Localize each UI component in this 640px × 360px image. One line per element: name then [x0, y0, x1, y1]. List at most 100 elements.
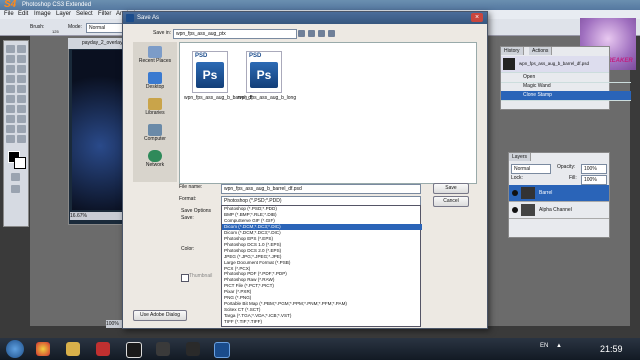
new-folder-icon[interactable]: [318, 30, 325, 37]
move-tool-icon[interactable]: [6, 45, 15, 53]
up-folder-icon[interactable]: [308, 30, 315, 37]
document-canvas[interactable]: [72, 50, 128, 210]
clock[interactable]: 21:59: [600, 342, 623, 356]
start-button-icon[interactable]: [6, 340, 24, 358]
history-item-clone-stamp[interactable]: Clone Stamp: [501, 91, 631, 101]
opacity-label: Opacity:: [557, 164, 576, 170]
tab-history[interactable]: History: [501, 47, 524, 55]
computer-icon: [148, 124, 162, 136]
layer-barrel[interactable]: Barrel: [509, 185, 609, 202]
file-item[interactable]: PSD Ps wpn_fps_ass_aug_b_barrel_df: [184, 51, 252, 101]
marquee-tool-icon[interactable]: [17, 45, 26, 53]
tray-arrow-icon[interactable]: ▲: [556, 343, 562, 349]
menu-filter[interactable]: Filter: [98, 10, 111, 19]
background-color-swatch[interactable]: [14, 157, 26, 169]
type-tool-icon[interactable]: [17, 115, 26, 123]
place-computer[interactable]: Computer: [133, 124, 177, 142]
eye-icon[interactable]: [512, 190, 518, 196]
zoom-tool-icon[interactable]: [17, 135, 26, 143]
psd-file-icon: PSD Ps: [246, 51, 282, 93]
app-title: Photoshop CS3 Extended: [22, 2, 92, 8]
snapshot-thumbnail-icon: [503, 58, 515, 70]
media-icon[interactable]: [96, 342, 110, 356]
save-label: Save:: [181, 215, 194, 221]
psd-tag: PSD: [249, 53, 262, 59]
place-label: Recent Places: [138, 58, 172, 64]
place-network[interactable]: Network: [133, 150, 177, 168]
path-select-tool-icon[interactable]: [6, 125, 15, 133]
place-label: Desktop: [145, 84, 165, 90]
language-indicator[interactable]: EN: [540, 343, 548, 349]
thumbnail-checkbox[interactable]: [181, 274, 189, 282]
explorer-icon[interactable]: [66, 342, 80, 356]
fill-label: Fill:: [569, 175, 577, 181]
eraser-tool-icon[interactable]: [6, 95, 15, 103]
menu-edit[interactable]: Edit: [18, 10, 28, 19]
dodge-tool-icon[interactable]: [17, 105, 26, 113]
save-button[interactable]: Save: [433, 183, 469, 194]
gradient-tool-icon[interactable]: [17, 95, 26, 103]
format-option[interactable]: TIFF (*.TIF;*.TIFF): [222, 319, 422, 325]
save-as-dialog: Save As × Save in: wpn_fps_ass_aug_ptx R…: [122, 11, 488, 329]
menu-file[interactable]: File: [4, 10, 14, 19]
app-icon[interactable]: [186, 342, 200, 356]
cancel-button[interactable]: Cancel: [433, 196, 469, 207]
app-icon[interactable]: [126, 342, 142, 358]
layer-thumbnail-icon: [521, 204, 535, 216]
recent-places-icon: [148, 46, 162, 58]
tab-actions[interactable]: Actions: [529, 47, 553, 55]
history-snapshot-name: wpn_fps_ass_aug_b_barrel_df.psd: [519, 61, 590, 66]
mode-label: Mode:: [68, 24, 82, 30]
view-menu-icon[interactable]: [328, 30, 335, 37]
menu-select[interactable]: Select: [76, 10, 93, 19]
pen-tool-icon[interactable]: [6, 115, 15, 123]
dialog-titlebar[interactable]: [123, 12, 487, 24]
blend-mode-select[interactable]: Normal: [511, 164, 551, 174]
lasso-tool-icon[interactable]: [6, 55, 15, 63]
blur-tool-icon[interactable]: [6, 105, 15, 113]
desktop-icon: [148, 72, 162, 84]
file-name-input[interactable]: wpn_fps_ass_aug_b_barrel_df.psd: [221, 184, 421, 194]
place-desktop[interactable]: Desktop: [133, 72, 177, 90]
hand-tool-icon[interactable]: [6, 135, 15, 143]
brush-tool-icon[interactable]: [17, 75, 26, 83]
use-adobe-dialog-button[interactable]: Use Adobe Dialog: [133, 310, 187, 321]
slice-tool-icon[interactable]: [17, 65, 26, 73]
tab-layers[interactable]: Layers: [509, 153, 532, 161]
brush-size[interactable]: 125: [52, 28, 59, 35]
shape-tool-icon[interactable]: [17, 125, 26, 133]
opacity-field[interactable]: 100%: [581, 164, 607, 174]
thumbnail-label: Thumbnail: [189, 273, 213, 279]
taskbar: EN ▲ 21:59: [0, 338, 640, 360]
psd-tag: PSD: [195, 53, 208, 59]
back-icon[interactable]: [298, 30, 305, 37]
places-bar: Recent Places Desktop Libraries Computer…: [133, 42, 177, 182]
eye-icon[interactable]: [512, 207, 518, 213]
steam-icon[interactable]: [156, 342, 170, 356]
libraries-icon: [148, 98, 162, 110]
quick-mask-icon[interactable]: [11, 173, 20, 181]
layer-alpha-channel[interactable]: Alpha Channel: [509, 202, 609, 219]
close-button[interactable]: ×: [471, 13, 483, 22]
healing-tool-icon[interactable]: [6, 75, 15, 83]
screen-mode-icon[interactable]: [11, 185, 20, 193]
crop-tool-icon[interactable]: [6, 65, 15, 73]
history-snapshot[interactable]: wpn_fps_ass_aug_b_barrel_df.psd: [501, 56, 609, 73]
photoshop-taskbar-icon[interactable]: [214, 342, 230, 358]
zoom-status[interactable]: 16.67%: [70, 212, 128, 220]
place-label: Libraries: [145, 110, 165, 116]
place-libraries[interactable]: Libraries: [133, 98, 177, 116]
document-tab[interactable]: payday_2_overlay: [68, 38, 128, 49]
menu-image[interactable]: Image: [34, 10, 51, 19]
fill-field[interactable]: 100%: [581, 175, 607, 185]
menu-layer[interactable]: Layer: [56, 10, 71, 19]
save-in-select[interactable]: wpn_fps_ass_aug_ptx: [173, 29, 297, 39]
clone-stamp-tool-icon[interactable]: [6, 85, 15, 93]
place-recent[interactable]: Recent Places: [133, 46, 177, 64]
file-item[interactable]: PSD Ps wpn_fps_ass_aug_b_long: [238, 51, 296, 101]
save-in-label: Save in:: [153, 30, 172, 36]
layers-panel: Layers Normal Opacity: 100% Lock: Fill: …: [508, 152, 610, 238]
history-brush-tool-icon[interactable]: [17, 85, 26, 93]
chrome-icon[interactable]: [36, 342, 50, 356]
magic-wand-tool-icon[interactable]: [17, 55, 26, 63]
